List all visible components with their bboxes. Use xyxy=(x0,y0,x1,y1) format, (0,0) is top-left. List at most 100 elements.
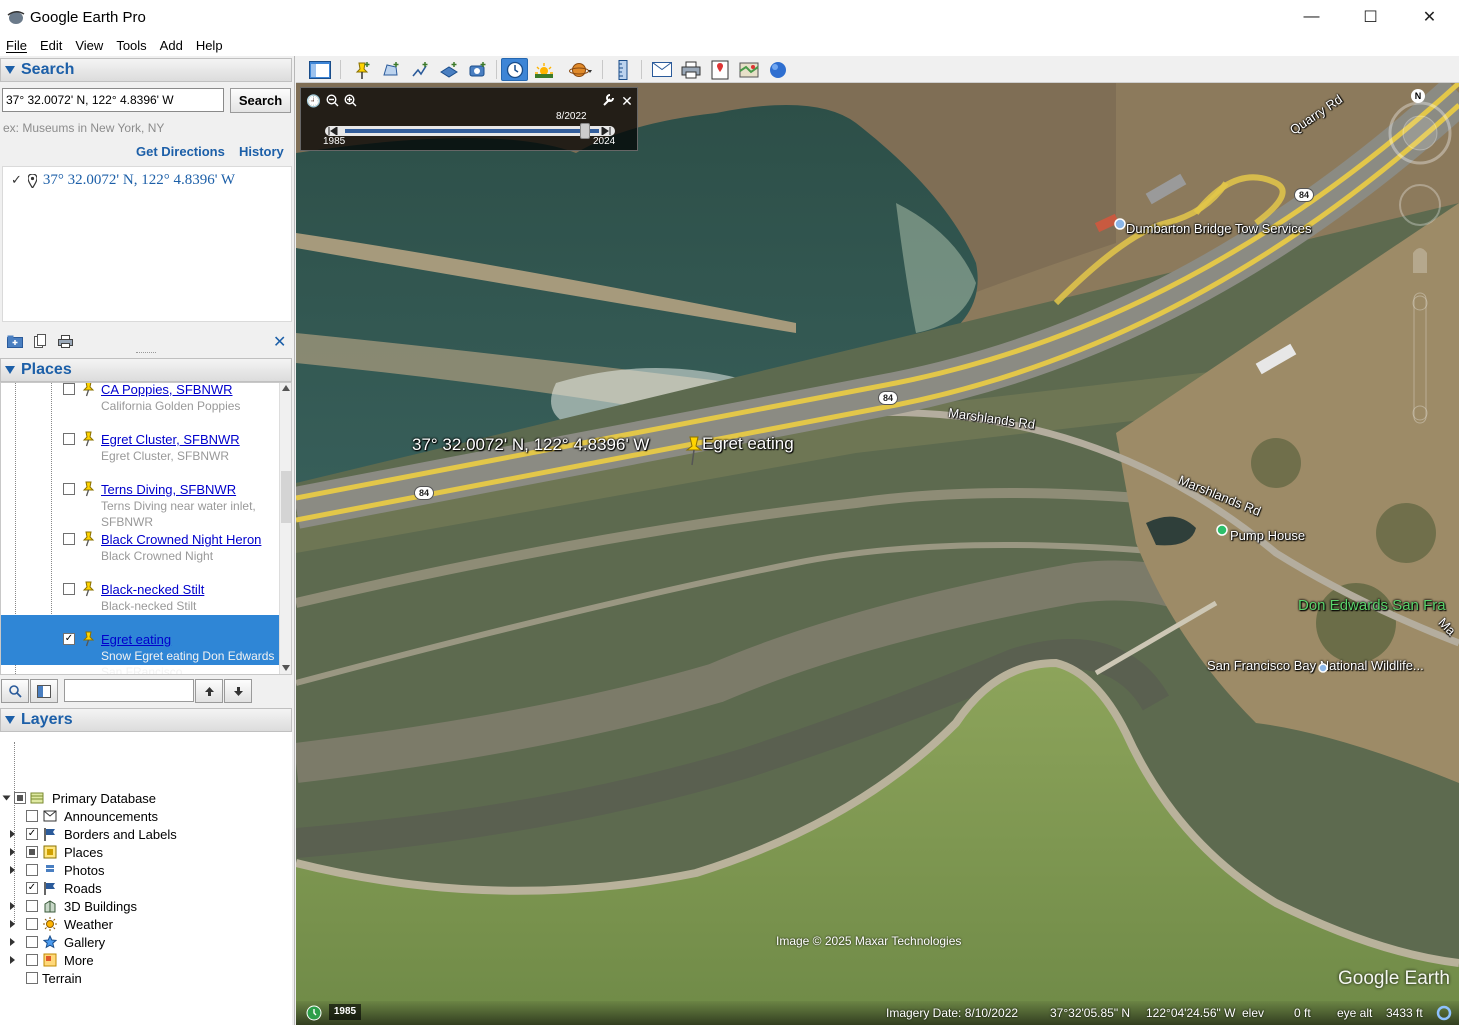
view-in-maps-button[interactable] xyxy=(735,58,762,81)
layers-panel-header[interactable]: Layers xyxy=(0,708,292,732)
place-checkbox[interactable] xyxy=(63,433,75,445)
places-panel-header[interactable]: Places xyxy=(0,358,292,382)
historical-imagery-button[interactable] xyxy=(501,58,528,81)
expand-arrow-icon[interactable] xyxy=(10,920,15,928)
layer-checkbox[interactable] xyxy=(26,918,38,930)
layer-row[interactable]: Gallery xyxy=(0,933,290,951)
copy-icon[interactable] xyxy=(31,333,49,349)
sunlight-button[interactable] xyxy=(530,58,557,81)
expand-arrow-icon[interactable] xyxy=(2,795,11,801)
place-item[interactable]: ✓ Egret eating Snow Egret eating Don Edwar… xyxy=(1,615,279,674)
place-checkbox[interactable]: ✓ xyxy=(63,633,75,645)
minimize-button[interactable]: — xyxy=(1282,0,1341,34)
email-button[interactable] xyxy=(648,58,675,81)
scroll-down-arrow-icon[interactable] xyxy=(282,665,290,671)
menu-tools[interactable]: Tools xyxy=(116,38,146,53)
move-down-button[interactable] xyxy=(224,679,252,703)
slider-thumb[interactable] xyxy=(580,123,590,139)
zoom-in-icon[interactable] xyxy=(344,94,357,107)
place-checkbox[interactable] xyxy=(63,483,75,495)
menu-edit[interactable]: Edit xyxy=(40,38,62,53)
web-globe-button[interactable] xyxy=(764,58,791,81)
clear-search-icon[interactable]: ✕ xyxy=(273,332,286,352)
toggle-sidebar-button[interactable] xyxy=(306,58,333,81)
search-button[interactable]: Search xyxy=(230,88,291,113)
layer-row[interactable]: Places xyxy=(0,843,290,861)
place-checkbox[interactable] xyxy=(63,383,75,395)
menu-help[interactable]: Help xyxy=(196,38,223,53)
place-item[interactable]: Egret Cluster, SFBNWR Egret Cluster, SFBN… xyxy=(1,415,279,465)
slider-track[interactable] xyxy=(325,123,615,139)
layer-checkbox[interactable] xyxy=(26,954,38,966)
layer-checkbox[interactable] xyxy=(26,810,38,822)
step-back-icon[interactable] xyxy=(328,127,338,135)
expand-arrow-icon[interactable] xyxy=(10,830,15,838)
place-name-link[interactable]: Terns Diving, SFBNWR xyxy=(101,482,236,497)
save-image-button[interactable] xyxy=(706,58,733,81)
north-indicator[interactable]: N xyxy=(1411,89,1425,103)
layer-row[interactable]: Announcements xyxy=(0,807,290,825)
add-image-overlay-button[interactable] xyxy=(435,58,462,81)
step-forward-icon[interactable] xyxy=(601,127,611,135)
print-button[interactable] xyxy=(677,58,704,81)
place-item[interactable]: CA Poppies, SFBNWR California Golden Popp… xyxy=(1,383,279,415)
print-icon[interactable] xyxy=(56,333,74,349)
place-name-link[interactable]: Black Crowned Night Heron xyxy=(101,532,261,547)
layer-checkbox[interactable] xyxy=(14,792,26,804)
place-name-link[interactable]: Black-necked Stilt xyxy=(101,582,204,597)
toggle-panel-button[interactable] xyxy=(30,679,58,703)
layer-row[interactable]: ✓ Roads xyxy=(0,879,290,897)
layer-row[interactable]: Photos xyxy=(0,861,290,879)
zoom-out-icon[interactable] xyxy=(326,94,339,107)
layer-checkbox[interactable] xyxy=(26,846,38,858)
menu-view[interactable]: View xyxy=(75,38,103,53)
park-label-sf-bay[interactable]: San Francisco Bay National Wildlife... xyxy=(1207,658,1424,673)
layer-checkbox[interactable] xyxy=(26,972,38,984)
place-name-link[interactable]: Egret Cluster, SFBNWR xyxy=(101,432,240,447)
layer-checkbox[interactable] xyxy=(26,900,38,912)
poi-pin-icon[interactable] xyxy=(1318,663,1328,673)
poi-label-pump-house[interactable]: Pump House xyxy=(1230,528,1305,543)
place-item[interactable]: Terns Diving, SFBNWR Terns Diving near wa… xyxy=(1,465,279,529)
poi-label-dumbarton[interactable]: Dumbarton Bridge Tow Services xyxy=(1126,221,1311,236)
poi-pin-icon[interactable] xyxy=(1114,218,1126,230)
layer-checkbox[interactable] xyxy=(26,936,38,948)
expand-arrow-icon[interactable] xyxy=(10,848,15,856)
menu-add[interactable]: Add xyxy=(160,38,183,53)
places-scrollbar[interactable] xyxy=(279,383,291,674)
coordinate-label[interactable]: 37° 32.0072' N, 122° 4.8396' W xyxy=(412,435,649,455)
close-window-button[interactable]: ✕ xyxy=(1400,0,1459,34)
place-checkbox[interactable] xyxy=(63,583,75,595)
poi-pin-icon[interactable] xyxy=(1216,524,1228,536)
layer-row[interactable]: ✓ Borders and Labels xyxy=(0,825,290,843)
search-result-item[interactable]: ✓ 37° 32.0072' N, 122° 4.8396' W xyxy=(11,172,235,189)
place-checkbox[interactable] xyxy=(63,533,75,545)
layer-checkbox[interactable]: ✓ xyxy=(26,828,38,840)
move-up-button[interactable] xyxy=(195,679,223,703)
get-directions-link[interactable]: Get Directions xyxy=(136,144,225,159)
wrench-icon[interactable] xyxy=(601,93,615,107)
layer-checkbox[interactable] xyxy=(26,864,38,876)
expand-arrow-icon[interactable] xyxy=(10,866,15,874)
clock-icon[interactable]: 🕘 xyxy=(306,94,321,108)
layer-row[interactable]: Terrain xyxy=(0,969,290,987)
scroll-up-arrow-icon[interactable] xyxy=(282,385,290,391)
layer-row[interactable]: More xyxy=(0,951,290,969)
layer-row[interactable]: Weather xyxy=(0,915,290,933)
ruler-button[interactable] xyxy=(609,58,636,81)
places-filter-input[interactable] xyxy=(64,679,194,702)
place-item[interactable]: Black Crowned Night Heron Black Crowned N… xyxy=(1,515,279,565)
save-to-places-icon[interactable] xyxy=(6,333,24,349)
layer-row[interactable]: Primary Database xyxy=(0,789,290,807)
layer-checkbox[interactable]: ✓ xyxy=(26,882,38,894)
park-label-don-edwards[interactable]: Don Edwards San Fra xyxy=(1298,597,1446,614)
expand-arrow-icon[interactable] xyxy=(10,956,15,964)
place-name-link[interactable]: CA Poppies, SFBNWR xyxy=(101,383,233,397)
close-slider-icon[interactable]: ✕ xyxy=(620,94,634,108)
expand-arrow-icon[interactable] xyxy=(10,902,15,910)
add-polygon-button[interactable] xyxy=(377,58,404,81)
maximize-button[interactable]: ☐ xyxy=(1341,0,1400,34)
switch-planet-button[interactable] xyxy=(567,58,594,81)
add-path-button[interactable] xyxy=(406,58,433,81)
place-name-link[interactable]: Egret eating xyxy=(101,632,171,647)
